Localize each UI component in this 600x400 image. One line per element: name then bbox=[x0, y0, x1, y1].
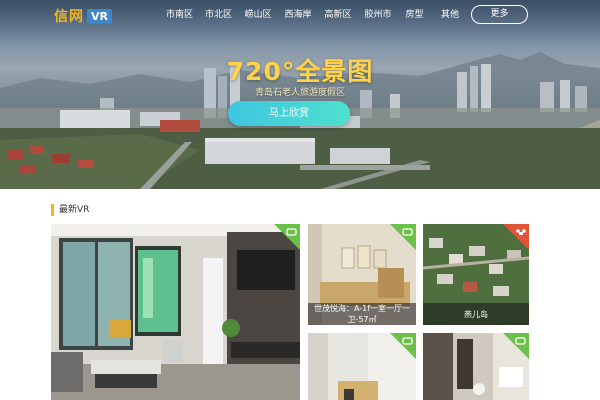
vr-card-featured[interactable] bbox=[51, 224, 300, 400]
living-room-photo bbox=[51, 224, 300, 400]
vr-tag bbox=[503, 333, 529, 359]
logo-text: 信网 bbox=[54, 9, 84, 25]
vr-headset-icon bbox=[274, 224, 300, 250]
nav-item-other[interactable]: 其他 bbox=[431, 8, 469, 22]
drone-tag bbox=[503, 224, 529, 250]
hero-subtitle: 青岛石老人旅游度假区 bbox=[254, 88, 345, 98]
vr-tag bbox=[390, 333, 416, 359]
vr-tag bbox=[390, 224, 416, 250]
vr-headset-icon bbox=[390, 333, 416, 359]
vr-card-3[interactable]: 燕儿岛 bbox=[423, 224, 529, 325]
vr-card-4[interactable] bbox=[308, 333, 416, 400]
vr-card-5[interactable] bbox=[423, 333, 529, 400]
nav-item-gaoxin[interactable]: 高新区 bbox=[318, 8, 358, 22]
nav-item-jiaozhou[interactable]: 胶州市 bbox=[358, 8, 398, 22]
view-now-button[interactable]: 马上欣赏 bbox=[228, 101, 350, 126]
section-title: 最新VR bbox=[51, 204, 89, 216]
drone-icon bbox=[503, 224, 529, 250]
nav-item-room-type[interactable]: 房型 bbox=[398, 8, 431, 22]
vr-card-2[interactable]: 世茂悦海：A-1f一室一厅一卫-57㎡ bbox=[308, 224, 416, 325]
nav-item-shinan[interactable]: 市南区 bbox=[160, 8, 199, 22]
nav-item-xihaian[interactable]: 西海岸 bbox=[278, 8, 318, 22]
nav-item-laoshan[interactable]: 崂山区 bbox=[238, 8, 278, 22]
vr-tag bbox=[274, 224, 300, 250]
nav-item-shibei[interactable]: 市北区 bbox=[199, 8, 238, 22]
site-logo[interactable]: 信网 VR bbox=[54, 8, 112, 25]
more-button[interactable]: 更多 bbox=[471, 5, 528, 24]
main-nav: 市南区 市北区 崂山区 西海岸 高新区 胶州市 房型 其他 bbox=[160, 8, 469, 22]
vr-headset-icon bbox=[503, 333, 529, 359]
card-caption: 燕儿岛 bbox=[423, 303, 529, 325]
hero-title: 720°全景图 bbox=[226, 57, 374, 86]
card-caption: 世茂悦海：A-1f一室一厅一卫-57㎡ bbox=[308, 303, 416, 325]
vr-headset-icon bbox=[390, 224, 416, 250]
logo-badge: VR bbox=[87, 8, 112, 24]
